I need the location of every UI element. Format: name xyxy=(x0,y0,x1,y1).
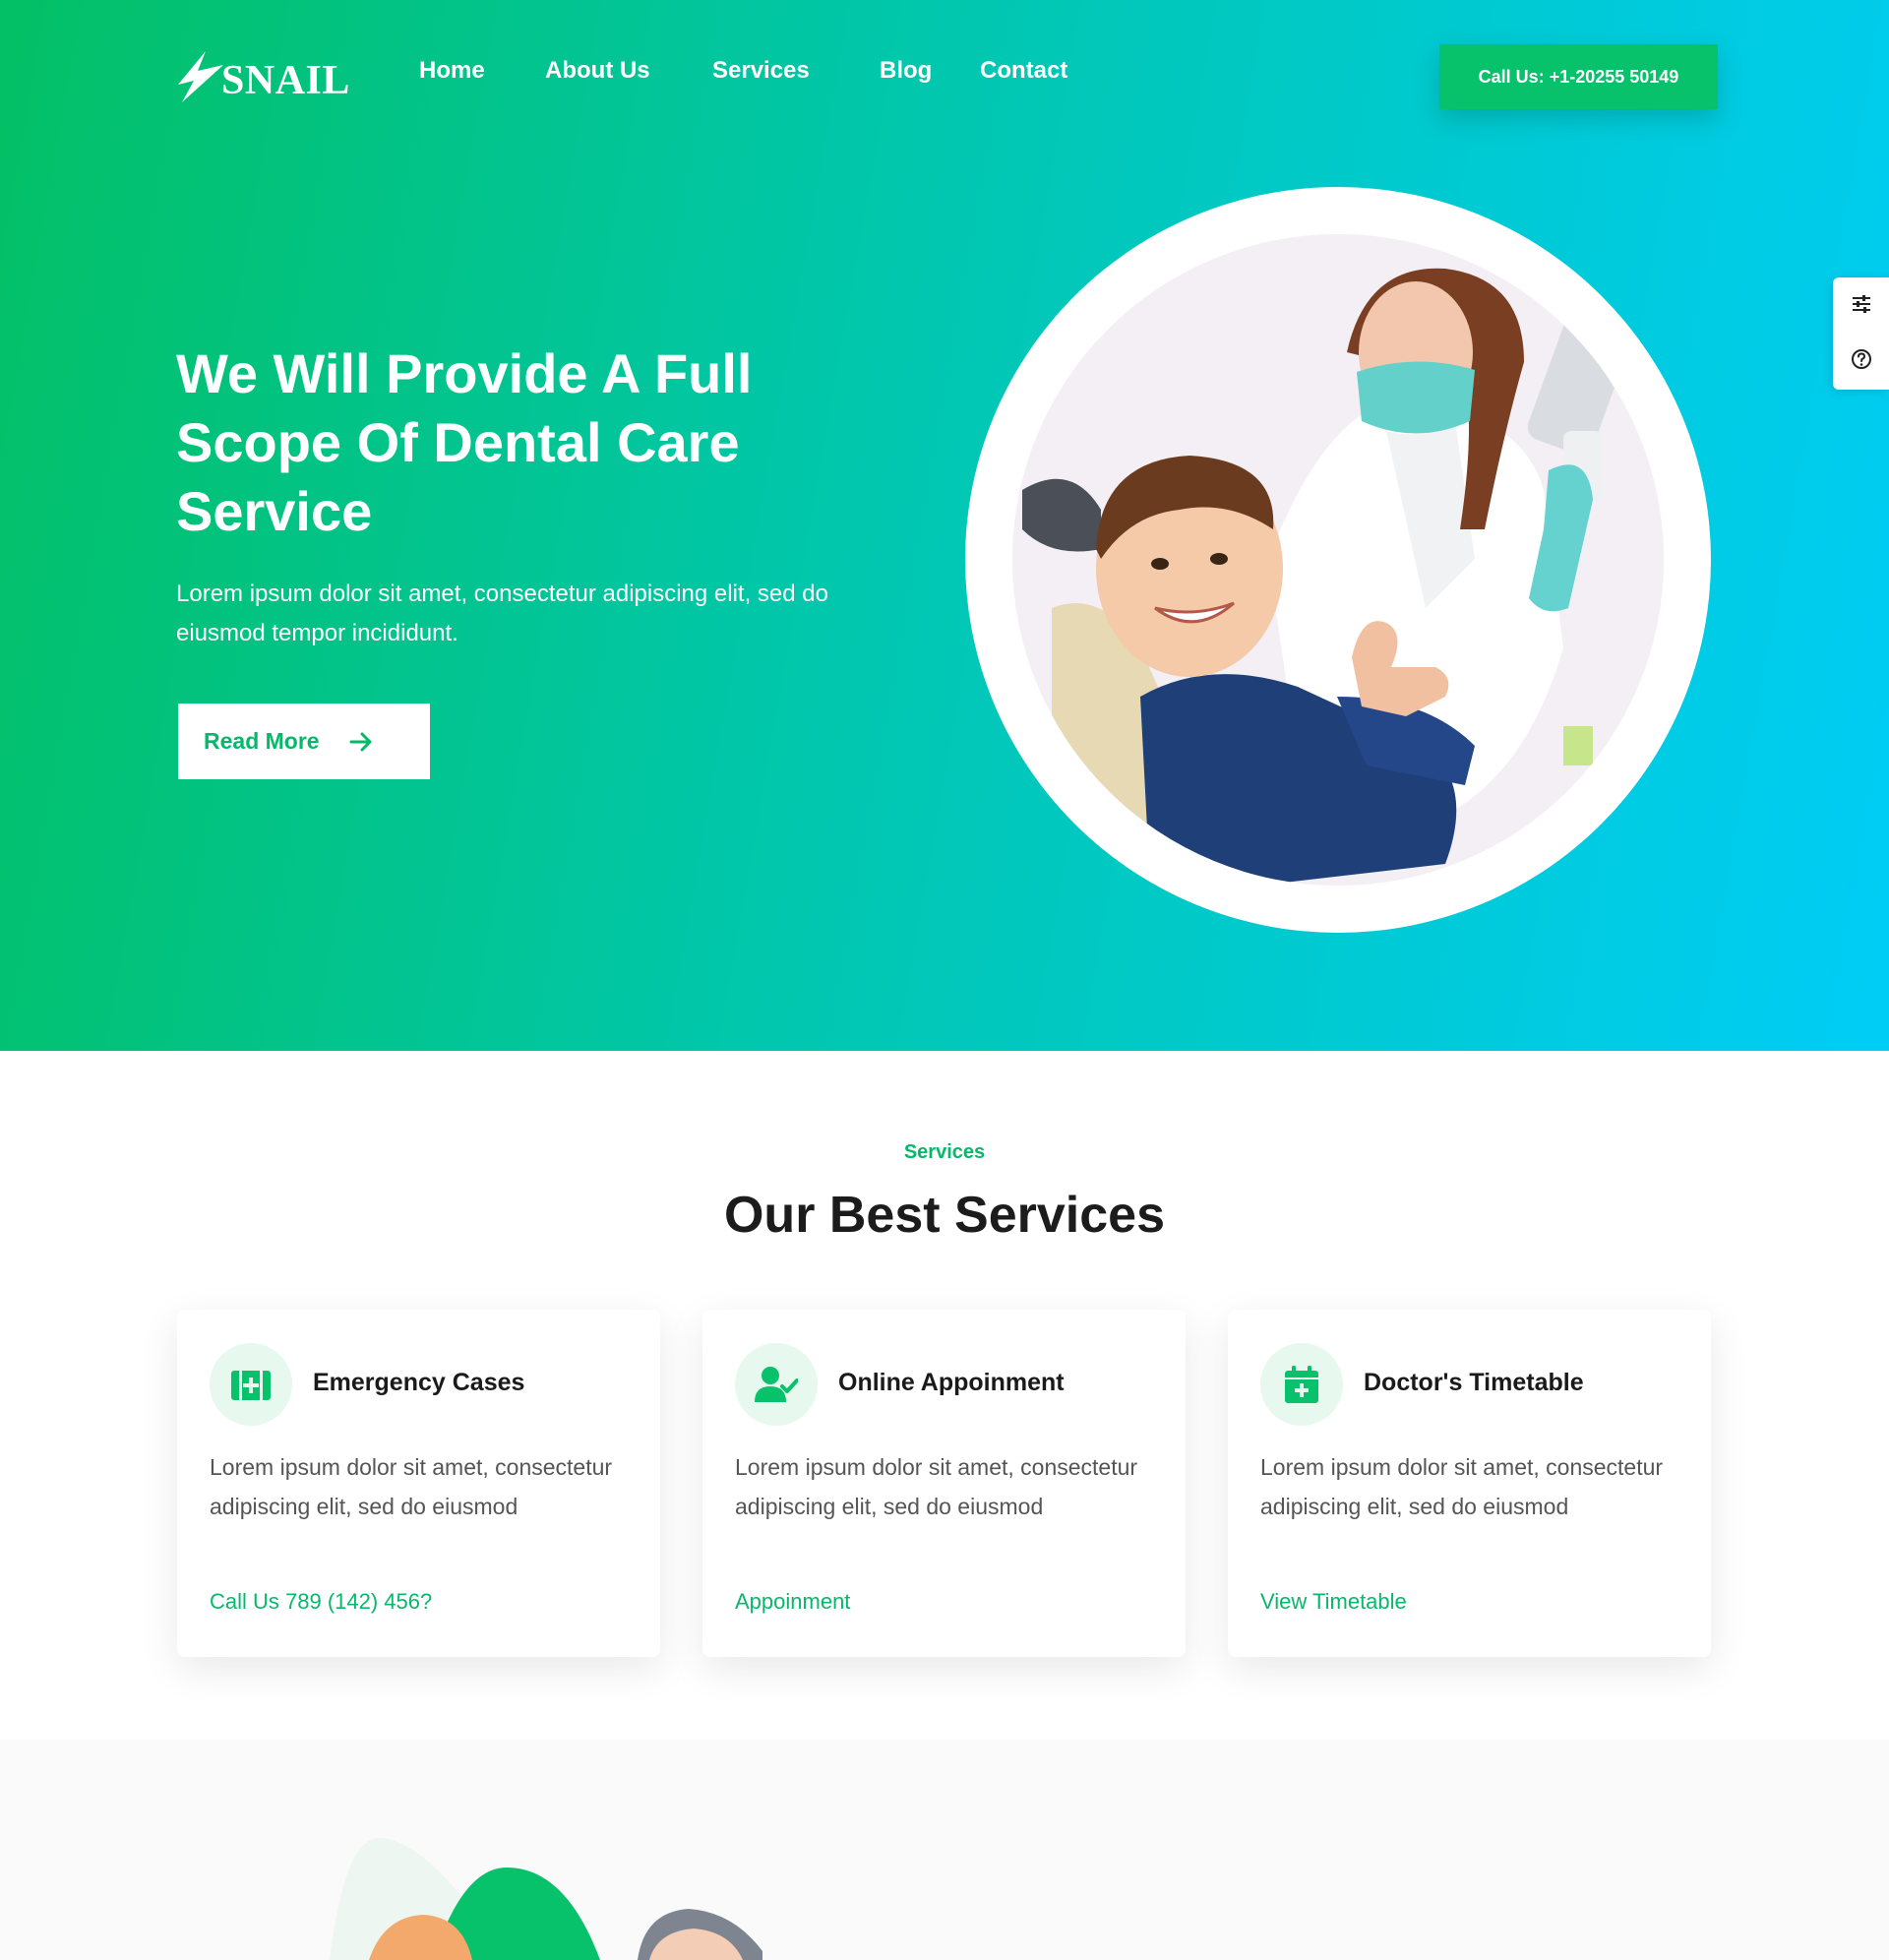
side-tools-panel xyxy=(1833,277,1889,390)
hero-subtitle: Lorem ipsum dolor sit amet, consectetur … xyxy=(176,581,828,646)
brand-name: SNAIL xyxy=(221,58,350,103)
hero-title-line: Scope Of Dental Care xyxy=(176,411,740,473)
arrow-right-icon xyxy=(349,732,372,751)
brand-logo[interactable]: SNAIL xyxy=(176,47,353,106)
card-link-appointment[interactable]: Appoinment xyxy=(735,1589,850,1615)
hero-section: SNAIL Home About Us Services Blog Contac… xyxy=(0,0,1889,1051)
card-link-timetable[interactable]: View Timetable xyxy=(1260,1589,1407,1615)
service-card-emergency: Emergency Cases Lorem ipsum dolor sit am… xyxy=(177,1310,660,1657)
calendar-plus-icon xyxy=(1285,1366,1318,1403)
card-icon-badge xyxy=(735,1343,818,1426)
card-link-call[interactable]: Call Us 789 (142) 456? xyxy=(210,1589,432,1615)
card-title: Doctor's Timetable xyxy=(1364,1369,1584,1396)
read-more-label: Read More xyxy=(204,728,320,754)
card-icon-badge xyxy=(1260,1343,1343,1426)
about-decor-illustration xyxy=(330,1838,762,1960)
card-text: Lorem ipsum dolor sit amet, consectetur … xyxy=(210,1454,613,1519)
hero-title: We Will Provide A Full Scope Of Dental C… xyxy=(176,339,924,546)
card-title: Emergency Cases xyxy=(313,1369,525,1396)
card-title: Online Appoinment xyxy=(838,1369,1065,1396)
about-section-preview xyxy=(0,1740,1889,1960)
card-text: Lorem ipsum dolor sit amet, consectetur … xyxy=(735,1454,1138,1519)
snail-logo-icon xyxy=(178,51,223,102)
hero-title-line: Service xyxy=(176,480,373,542)
help-circle-icon[interactable] xyxy=(1851,348,1872,370)
nav-about-us[interactable]: About Us xyxy=(545,57,650,85)
read-more-button[interactable]: Read More xyxy=(178,704,430,779)
service-card-appointment: Online Appoinment Lorem ipsum dolor sit … xyxy=(702,1310,1186,1657)
user-check-icon xyxy=(755,1367,798,1402)
dentist-with-child-photo xyxy=(1012,234,1664,886)
call-us-button[interactable]: Call Us: +1-20255 50149 xyxy=(1439,44,1718,109)
card-text: Lorem ipsum dolor sit amet, consectetur … xyxy=(1260,1454,1664,1519)
section-tag: Services xyxy=(903,1141,986,1163)
hero-title-line: We Will Provide A Full xyxy=(176,342,753,404)
nav-home[interactable]: Home xyxy=(419,57,485,85)
nav-contact[interactable]: Contact xyxy=(980,57,1067,85)
service-card-timetable: Doctor's Timetable Lorem ipsum dolor sit… xyxy=(1228,1310,1711,1657)
section-heading: Our Best Services xyxy=(723,1187,1166,1244)
card-icon-badge xyxy=(210,1343,292,1426)
first-aid-kit-icon xyxy=(231,1371,271,1400)
sliders-icon[interactable] xyxy=(1851,293,1872,315)
nav-services[interactable]: Services xyxy=(712,57,810,85)
top-navbar: SNAIL Home About Us Services Blog Contac… xyxy=(0,0,1889,153)
nav-blog[interactable]: Blog xyxy=(880,57,932,85)
